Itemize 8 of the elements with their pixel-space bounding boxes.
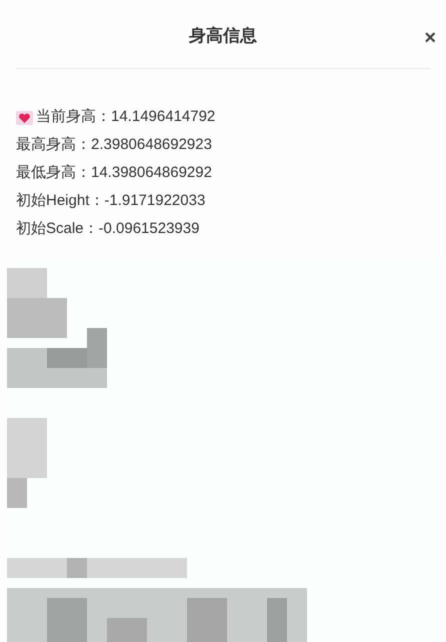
heart-icon <box>16 110 33 124</box>
info-text: 初始Scale：-0.0961523939 <box>16 219 200 240</box>
info-text: 最高身高：2.3980648692923 <box>16 135 212 156</box>
dialog-title: 身高信息 <box>189 25 257 48</box>
close-button[interactable]: × <box>424 28 436 48</box>
info-text: 初始Height：-1.9171922033 <box>16 191 206 212</box>
info-text: 最低身高：14.398064869292 <box>16 163 212 184</box>
info-text: 当前身高：14.1496414792 <box>36 107 216 128</box>
